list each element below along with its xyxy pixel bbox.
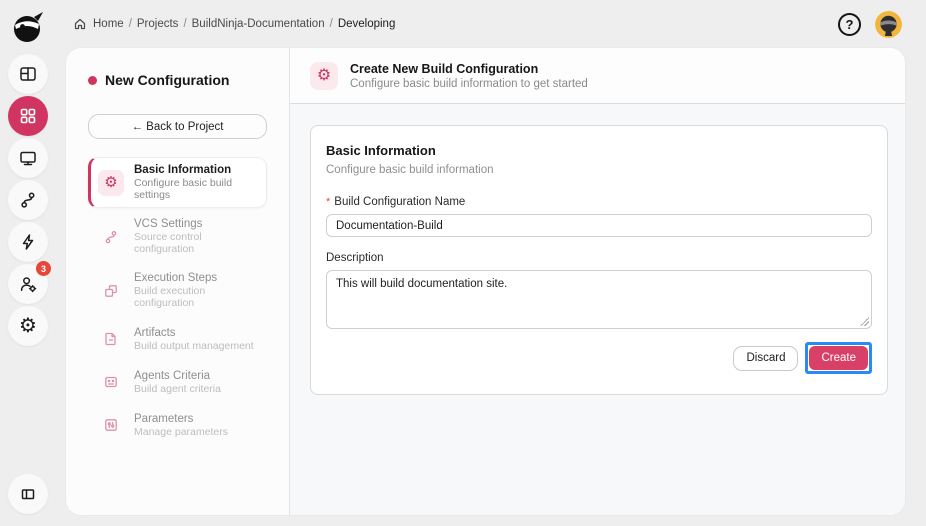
icon-rail: 3 ⚙ [0, 0, 56, 526]
grid-icon [18, 106, 38, 126]
nav-item-sublabel: Source control configuration [134, 231, 202, 255]
rail-item-layout[interactable] [8, 54, 48, 94]
help-icon[interactable]: ? [838, 12, 861, 36]
gear-icon: ⚙ [310, 61, 338, 90]
create-button[interactable]: Create [809, 346, 868, 370]
nav-item-sublabel: Build execution configuration [134, 285, 206, 309]
status-dot [88, 75, 97, 85]
app-window: 3 ⚙ Home / Projects / BuildNinja-Documen… [0, 0, 926, 526]
git-branch-icon [98, 224, 124, 250]
rail-item-vcs[interactable] [8, 180, 48, 220]
content-header: ⚙ Create New Build Configuration Configu… [290, 48, 905, 104]
layout-icon [18, 64, 38, 84]
section-title: Basic Information [326, 143, 436, 158]
breadcrumb-current: Developing [337, 18, 396, 30]
monitor-icon [18, 148, 38, 168]
build-configuration-name-input[interactable] [326, 214, 872, 237]
nav-item-label: Basic Information [134, 164, 232, 176]
nav-item-artifacts[interactable]: Artifacts Build output management [88, 319, 267, 359]
nav-item-label: Parameters [134, 412, 194, 425]
nav-item-basic-information[interactable]: ⚙ Basic Information Configure basic buil… [88, 157, 267, 208]
content-title: Create New Build Configuration [350, 61, 539, 76]
top-bar: Home / Projects / BuildNinja-Documentati… [56, 0, 926, 48]
rail-item-projects[interactable] [8, 96, 48, 136]
breadcrumb: Home / Projects / BuildNinja-Documentati… [74, 18, 395, 30]
nav-item-label: Agents Criteria [134, 369, 211, 382]
nav-item-label: VCS Settings [134, 218, 203, 230]
discard-button[interactable]: Discard [733, 345, 799, 371]
nav-item-sublabel: Configure basic build settings [134, 177, 233, 201]
section-subtitle: Configure basic build information [326, 164, 494, 176]
rail-item-builds[interactable] [8, 222, 48, 262]
rail-item-agents[interactable] [8, 138, 48, 178]
nav-item-label: Execution Steps [134, 272, 218, 284]
basic-information-card: Basic Information Configure basic build … [310, 125, 888, 395]
nav-item-sublabel: Build output management [134, 339, 254, 352]
description-textarea[interactable]: This will build documentation site. [326, 270, 872, 329]
required-asterisk: * [326, 196, 331, 208]
nav-item-agents-criteria[interactable]: Agents Criteria Build agent criteria [88, 362, 267, 402]
rail-item-collapse[interactable] [8, 474, 48, 514]
breadcrumb-separator: / [183, 18, 187, 30]
file-icon [98, 326, 124, 352]
name-field-label: * Build Configuration Name [326, 196, 466, 208]
breadcrumb-project-name[interactable]: BuildNinja-Documentation [192, 18, 325, 30]
buildninja-logo-icon [9, 8, 47, 46]
gear-icon: ⚙ [19, 315, 37, 337]
breadcrumb-home[interactable]: Home [93, 18, 124, 30]
nav-item-sublabel: Build agent criteria [134, 382, 221, 395]
back-to-project-button[interactable]: ← Back to Project [88, 114, 267, 139]
steps-icon [98, 278, 124, 304]
agent-focus-ring: Create [805, 342, 872, 374]
breadcrumb-projects[interactable]: Projects [137, 18, 179, 30]
rail-item-settings[interactable]: ⚙ [8, 306, 48, 346]
content-area: ⚙ Create New Build Configuration Configu… [290, 48, 905, 515]
breadcrumb-separator: / [329, 18, 333, 30]
nav-item-parameters[interactable]: Parameters Manage parameters [88, 405, 267, 445]
page-title: New Configuration [105, 72, 230, 88]
form-actions: Discard Create [326, 342, 872, 374]
git-branch-icon [18, 190, 38, 210]
parameters-icon [98, 412, 124, 438]
nav-item-label: Artifacts [134, 326, 176, 339]
config-sidebar-title: New Configuration [88, 72, 267, 88]
description-field-label: Description [326, 252, 384, 264]
user-avatar[interactable] [875, 10, 902, 38]
breadcrumb-separator: / [128, 18, 132, 30]
topbar-actions: ? [838, 10, 902, 38]
panel-collapse-icon [18, 484, 38, 504]
content-subtitle: Configure basic build information to get… [350, 77, 588, 90]
nav-item-vcs-settings[interactable]: VCS Settings Source control configuratio… [88, 211, 267, 262]
main-column: Home / Projects / BuildNinja-Documentati… [56, 0, 926, 526]
home-icon [74, 18, 86, 30]
nav-item-sublabel: Manage parameters [134, 425, 228, 438]
user-gear-icon [18, 274, 38, 294]
users-badge: 3 [36, 261, 51, 276]
config-step-list: ⚙ Basic Information Configure basic buil… [88, 157, 267, 445]
config-sidebar: New Configuration ← Back to Project ⚙ Ba… [66, 48, 290, 515]
rail-item-users[interactable]: 3 [8, 261, 51, 304]
nav-item-execution-steps[interactable]: Execution Steps Build execution configur… [88, 265, 267, 316]
lightning-icon [18, 232, 38, 252]
agent-face-icon [98, 369, 124, 395]
content-body: Basic Information Configure basic build … [290, 104, 905, 515]
content-panel: New Configuration ← Back to Project ⚙ Ba… [66, 48, 905, 515]
gear-icon: ⚙ [104, 174, 118, 191]
